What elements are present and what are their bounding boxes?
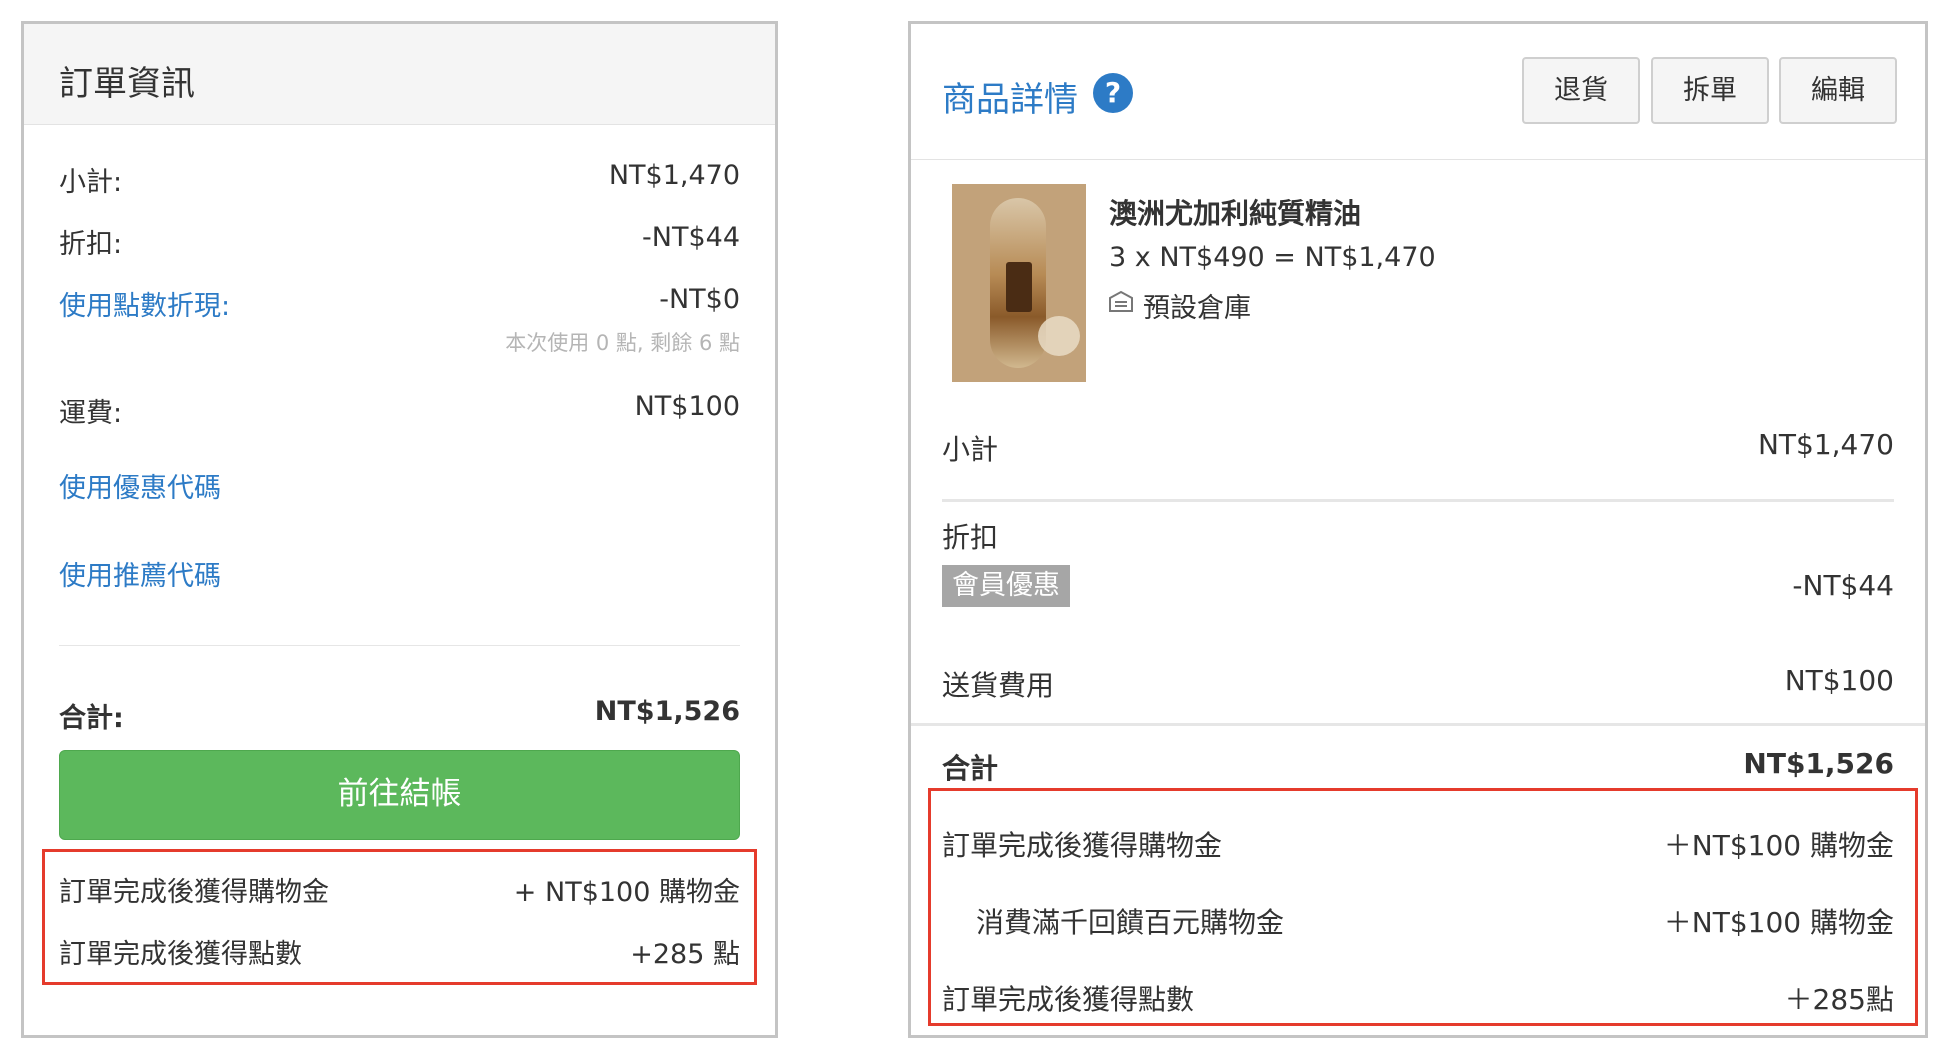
referral-row: 使用推薦代碼 [59, 554, 740, 594]
total-value: NT$1,526 [594, 696, 740, 727]
divider [59, 645, 740, 646]
divider [911, 723, 1925, 726]
reward-highlight-box [42, 849, 757, 985]
split-order-button[interactable]: 拆單 [1651, 57, 1769, 124]
order-info-title: 訂單資訊 [59, 64, 195, 104]
subtotal-row: 小計: NT$1,470 [59, 160, 740, 200]
total-row: 合計: NT$1,526 [59, 696, 740, 736]
discount-label: 折扣: [59, 229, 123, 260]
coupon-row: 使用優惠代碼 [59, 466, 740, 506]
product-details-header: 商品詳情 ? 退貨 拆單 編輯 [911, 24, 1925, 160]
help-icon[interactable]: ? [1093, 73, 1133, 113]
total-value: NT$1,526 [1743, 747, 1894, 780]
product-details-title: 商品詳情 [942, 80, 1078, 120]
points-hint: 本次使用 0 點, 剩餘 6 點 [505, 331, 740, 355]
reward-highlight-box [928, 788, 1918, 1026]
discount-value-row: -NT$44 [942, 569, 1894, 609]
total-label: 合計 [942, 752, 999, 785]
shipping-value: NT$100 [634, 391, 740, 422]
subtotal-value: NT$1,470 [608, 160, 740, 191]
shipping-value: NT$100 [1784, 664, 1894, 697]
discount-label: 折扣 [942, 521, 999, 554]
product-image-leaf [1038, 316, 1080, 356]
points-discount-value: -NT$0 [659, 284, 740, 315]
shipping-row: 送貨費用 NT$100 [942, 664, 1894, 704]
subtotal-label: 小計 [942, 433, 999, 466]
discount-value: -NT$44 [1792, 569, 1894, 602]
product-image [952, 184, 1086, 382]
product-quantity-price: 3 x NT$490 = NT$1,470 [1109, 242, 1436, 273]
product-image-bottle [1006, 262, 1032, 312]
warehouse-icon [1109, 290, 1133, 312]
total-label: 合計: [59, 703, 124, 734]
subtotal-value: NT$1,470 [1757, 428, 1894, 461]
edit-button[interactable]: 編輯 [1779, 57, 1897, 124]
order-info-header: 訂單資訊 [24, 24, 775, 125]
subtotal-row: 小計 NT$1,470 [942, 428, 1894, 468]
use-points-link[interactable]: 使用點數折現: [59, 284, 230, 323]
shipping-row: 運費: NT$100 [59, 391, 740, 431]
return-button[interactable]: 退貨 [1522, 57, 1640, 124]
referral-code-link[interactable]: 使用推薦代碼 [59, 554, 221, 593]
discount-value: -NT$44 [642, 222, 740, 253]
total-row: 合計 NT$1,526 [942, 747, 1894, 787]
discount-row: 折扣: -NT$44 [59, 222, 740, 262]
shipping-label: 送貨費用 [942, 669, 1055, 702]
points-discount-row: 使用點數折現: -NT$0 [59, 284, 740, 324]
coupon-code-link[interactable]: 使用優惠代碼 [59, 466, 221, 505]
warehouse-name: 預設倉庫 [1143, 293, 1251, 324]
divider [942, 499, 1894, 502]
product-name: 澳洲尤加利純質精油 [1109, 197, 1362, 230]
checkout-button[interactable]: 前往結帳 [59, 750, 740, 840]
subtotal-label: 小計: [59, 167, 123, 198]
shipping-label: 運費: [59, 398, 123, 429]
discount-row: 折扣 [942, 516, 1894, 556]
